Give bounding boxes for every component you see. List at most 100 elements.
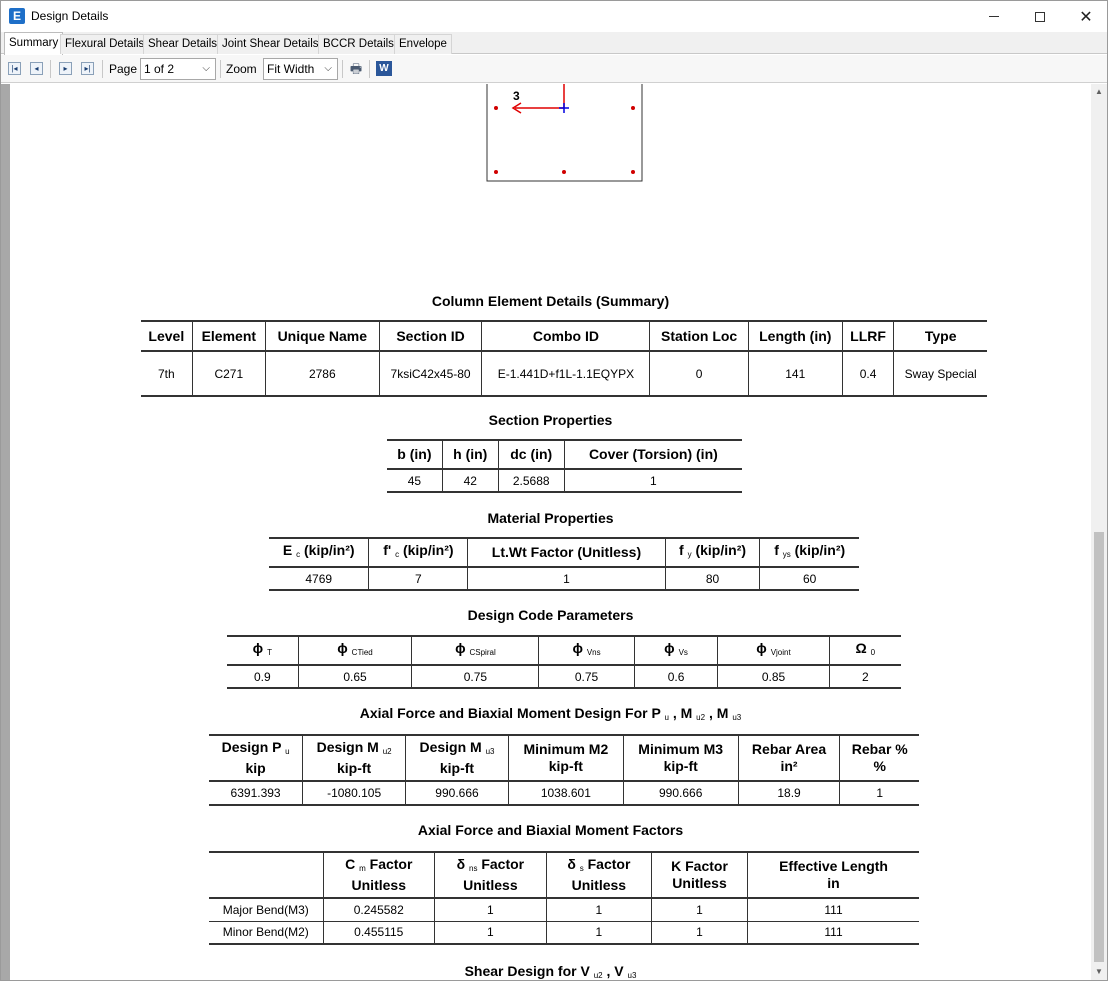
previous-page-icon[interactable]: ◂: [30, 62, 43, 75]
zoom-label: Zoom: [226, 62, 257, 76]
page-select-value: 1 of 2: [144, 62, 175, 76]
table-header: δ ns Factor Unitless: [434, 851, 547, 899]
section-sketch: 3: [486, 84, 643, 182]
table-cell: C271: [191, 351, 266, 397]
table-cell: 1: [545, 921, 652, 945]
phi-symbol: ϕ: [337, 640, 348, 656]
phi-symbol: ϕ: [756, 640, 767, 656]
table-header: E c (kip/in²): [269, 537, 370, 568]
header-main: E: [282, 542, 293, 558]
table-header: Cover (Torsion) (in): [563, 439, 742, 470]
close-button[interactable]: ✕: [1063, 1, 1107, 32]
scrollbar-thumb[interactable]: [1094, 532, 1104, 962]
header-main: Rebar %: [851, 741, 908, 757]
table-row: 7th C271 2786 7ksiC42x45-80 E-1.441D+f1L…: [141, 351, 987, 397]
tab-summary[interactable]: Summary: [4, 32, 64, 55]
last-page-icon[interactable]: ▸|: [81, 62, 94, 75]
header-unit: kip-ft: [336, 760, 372, 776]
table-cell: 0: [649, 351, 749, 397]
table-cell: 80: [664, 567, 761, 591]
header-subscript: T: [267, 648, 272, 657]
header-tail: (kip/in²): [300, 542, 355, 558]
table-cell: 1: [650, 898, 749, 922]
table-row: 0.9 0.65 0.75 0.75 0.6 0.85 2: [227, 665, 901, 689]
export-word-icon[interactable]: W: [376, 61, 392, 76]
title-part: , V: [602, 963, 624, 979]
title-subscript: u2: [696, 713, 706, 722]
table-cell: 990.666: [405, 781, 509, 806]
first-page-icon[interactable]: |◂: [8, 62, 21, 75]
table-cell: 0.65: [297, 665, 413, 689]
chevron-down-icon: ⌵: [202, 63, 210, 74]
title-bar: E Design Details ✕: [1, 1, 1107, 32]
title-subscript: u2: [593, 971, 603, 980]
header-main: Minimum M3: [638, 741, 724, 757]
material-properties-title: Material Properties: [487, 510, 614, 526]
header-subscript: m: [359, 864, 366, 873]
table-header: f y (kip/in²): [664, 537, 761, 568]
table-header: Minimum M2 kip-ft: [507, 734, 624, 782]
header-main: Design M: [419, 739, 482, 755]
table-header: [209, 851, 324, 899]
table-cell: Sway Special: [893, 351, 987, 397]
toolbar-separator: [369, 60, 370, 78]
header-unit: kip-ft: [663, 758, 698, 774]
maximize-button[interactable]: [1017, 1, 1063, 32]
header-subscript: u: [285, 747, 290, 756]
next-page-icon[interactable]: ▸: [59, 62, 72, 75]
rebar-dot: [494, 170, 498, 174]
close-icon: ✕: [1079, 8, 1093, 26]
header-main: δ: [567, 856, 576, 872]
header-unit: Unitless: [463, 877, 518, 893]
chevron-down-icon: ⌵: [324, 63, 332, 74]
table-cell: 6391.393: [209, 781, 304, 806]
omega-symbol: Ω: [855, 640, 867, 656]
table-header: Effective Length in: [747, 851, 919, 899]
table-cell: 0.85: [717, 665, 830, 689]
table-row: 6391.393 -1080.105 990.666 1038.601 990.…: [209, 781, 919, 806]
tab-envelope[interactable]: Envelope: [394, 34, 452, 54]
zoom-select[interactable]: Fit Width ⌵: [263, 58, 338, 80]
table-cell: 0.245582: [322, 898, 436, 922]
minimize-button[interactable]: [971, 1, 1017, 32]
table-cell: 4769: [269, 567, 370, 591]
tab-bccr-details[interactable]: BCCR Details: [318, 34, 399, 54]
header-subscript: Vns: [586, 648, 601, 657]
header-main: Rebar Area: [751, 741, 827, 757]
material-properties-table: E c (kip/in²) f' c (kip/in²) Lt.Wt Facto…: [269, 537, 859, 591]
table-header: Rebar Area in²: [737, 734, 841, 782]
table-cell: Major Bend(M3): [209, 898, 324, 922]
axis-3-label: 3: [513, 89, 520, 103]
table-cell: 7ksiC42x45-80: [378, 351, 483, 397]
tab-flexural-details[interactable]: Flexural Details: [60, 34, 150, 54]
table-header: Type: [893, 320, 987, 352]
header-subscript: u3: [485, 747, 495, 756]
vertical-scrollbar[interactable]: ▲ ▼: [1091, 84, 1107, 980]
table-header: ϕ Vjoint: [717, 635, 830, 666]
table-header-row: E c (kip/in²) f' c (kip/in²) Lt.Wt Facto…: [269, 537, 859, 568]
phi-symbol: ϕ: [572, 640, 583, 656]
tab-joint-shear-details[interactable]: Joint Shear Details: [217, 34, 324, 54]
table-cell: 0.6: [633, 665, 719, 689]
header-main: δ: [456, 856, 466, 872]
header-unit: %: [873, 758, 886, 774]
page-select[interactable]: 1 of 2 ⌵: [140, 58, 216, 80]
report-page[interactable]: 3 Column Element Details (Summary) Level…: [10, 84, 1091, 980]
table-cell: 0.455115: [322, 921, 436, 945]
table-cell: 0.4: [841, 351, 895, 397]
table-header-row: b (in) h (in) dc (in) Cover (Torsion) (i…: [387, 439, 742, 470]
table-header: Rebar %%: [839, 734, 919, 782]
header-main: Design M: [316, 739, 379, 755]
tab-shear-details[interactable]: Shear Details: [143, 34, 223, 54]
table-cell: 111: [747, 898, 919, 922]
table-cell: 1: [650, 921, 749, 945]
print-icon[interactable]: 🖶: [348, 61, 364, 76]
table-header: LLRF: [841, 320, 895, 352]
axial-biaxial-design-title: Axial Force and Biaxial Moment Design Fo…: [10, 705, 1091, 722]
column-details-table: Level Element Unique Name Section ID Com…: [141, 320, 987, 397]
table-cell: Minor Bend(M2): [209, 921, 324, 945]
table-header: Length (in): [747, 320, 843, 352]
table-header-row: Level Element Unique Name Section ID Com…: [141, 320, 987, 352]
scroll-down-icon[interactable]: ▼: [1091, 964, 1107, 980]
scroll-up-icon[interactable]: ▲: [1091, 84, 1107, 100]
